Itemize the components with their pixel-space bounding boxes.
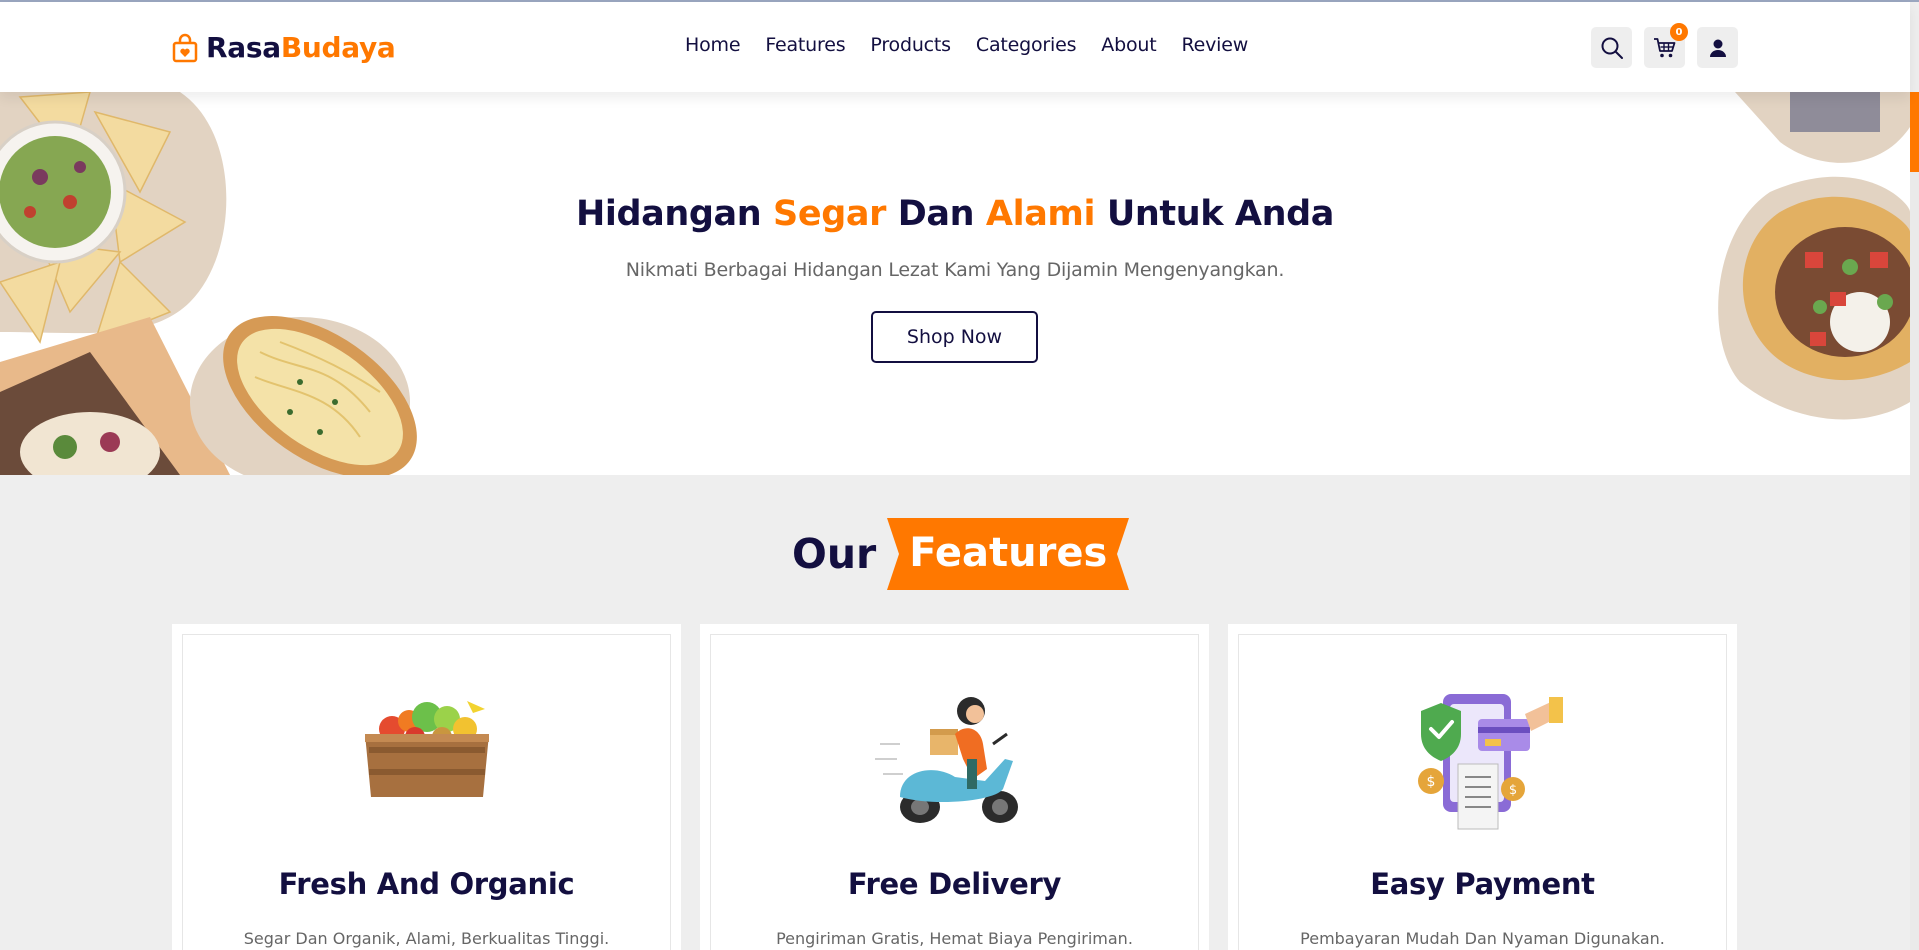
- features-cards: Fresh And Organic Segar Dan Organik, Ala…: [172, 624, 1737, 950]
- feature-description: Segar Dan Organik, Alami, Berkualitas Ti…: [243, 929, 610, 948]
- cart-count-badge: 0: [1670, 23, 1688, 41]
- page-scrollbar-thumb[interactable]: [1910, 92, 1919, 172]
- features-heading-left: Our: [792, 530, 877, 578]
- hero-left-food-illustration: [0, 92, 417, 475]
- features-heading: Our Features: [792, 518, 1130, 590]
- nav-home[interactable]: Home: [685, 34, 741, 56]
- features-heading-right: Features: [909, 530, 1108, 576]
- hero-right-food-illustration: [1718, 92, 1910, 420]
- brand-name-part1: Rasa: [206, 31, 281, 64]
- features-heading-ribbon: Features: [887, 518, 1130, 590]
- svg-text:$: $: [1508, 783, 1516, 798]
- feature-card: Free Delivery Pengiriman Gratis, Hemat B…: [700, 624, 1209, 950]
- brand-logo[interactable]: Rasa Budaya: [172, 31, 396, 64]
- feature-description: Pengiriman Gratis, Hemat Biaya Pengirima…: [776, 929, 1133, 948]
- feature-card: $ $ Easy Payment Pembayaran Mudah Dan Ny…: [1228, 624, 1737, 950]
- header-icons: 0: [1591, 23, 1738, 68]
- hero-subtitle: Nikmati Berbagai Hidangan Lezat Kami Yan…: [625, 259, 1285, 281]
- nav-review[interactable]: Review: [1181, 34, 1248, 56]
- main-nav: Home Features Products Categories About …: [685, 34, 1273, 56]
- hero-title-highlight: Segar: [773, 194, 886, 234]
- hero-section: Hidangan Segar Dan Alami Untuk Anda Nikm…: [0, 92, 1910, 475]
- shop-now-button[interactable]: Shop Now: [871, 311, 1038, 363]
- user-button[interactable]: [1697, 27, 1738, 68]
- feature-title: Free Delivery: [847, 867, 1062, 901]
- hero-title: Hidangan Segar Dan Alami Untuk Anda: [0, 194, 1910, 234]
- hero-title-part: Dan: [885, 194, 986, 234]
- nav-features[interactable]: Features: [765, 34, 845, 56]
- hero-title-part: Hidangan: [575, 194, 774, 234]
- feature-card: Fresh And Organic Segar Dan Organik, Ala…: [172, 624, 681, 950]
- hero-title-highlight: Alami: [985, 194, 1096, 234]
- search-button[interactable]: [1591, 27, 1632, 68]
- payment-phone-icon: $ $: [1417, 694, 1563, 830]
- page-scrollbar-track[interactable]: [1910, 92, 1919, 950]
- nav-categories[interactable]: Categories: [976, 34, 1077, 56]
- delivery-scooter-icon: [874, 697, 1018, 823]
- brand-name-part2: Budaya: [280, 31, 396, 64]
- user-icon: [1709, 39, 1726, 57]
- feature-title: Easy Payment: [1370, 867, 1595, 901]
- site-header: Rasa Budaya Home Features Products Catego…: [0, 2, 1910, 92]
- cart-button[interactable]: 0: [1644, 23, 1688, 68]
- shopping-bag-icon: [172, 33, 198, 62]
- nav-products[interactable]: Products: [870, 34, 951, 56]
- vegetable-crate-icon: [364, 701, 489, 797]
- svg-text:$: $: [1426, 774, 1435, 790]
- nav-about[interactable]: About: [1101, 34, 1156, 56]
- search-icon: [1601, 37, 1623, 59]
- hero-title-part: Untuk Anda: [1095, 194, 1335, 234]
- feature-description: Pembayaran Mudah Dan Nyaman Digunakan.: [1300, 929, 1665, 948]
- feature-title: Fresh And Organic: [278, 867, 575, 901]
